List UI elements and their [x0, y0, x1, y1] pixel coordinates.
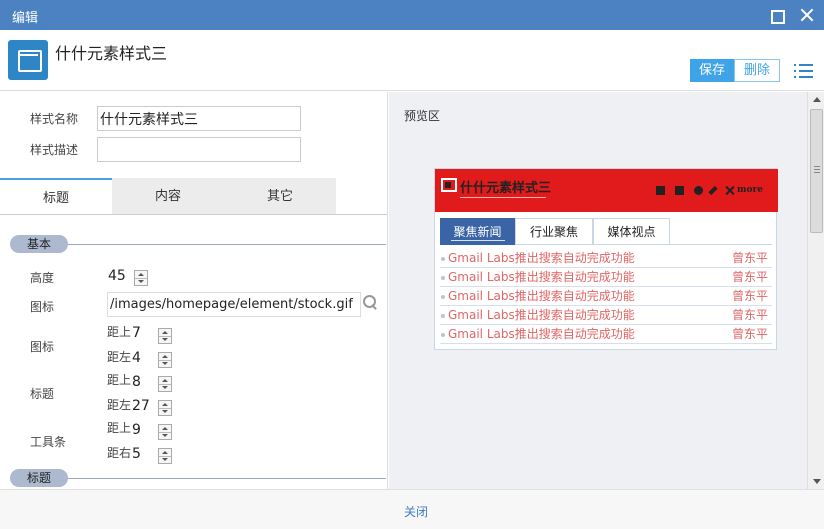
settings-tabs: 标题 内容 其它	[0, 178, 387, 215]
news-author: 曾东平	[731, 308, 768, 322]
preview-scrollbar[interactable]	[807, 92, 824, 489]
news-row[interactable]: Gmail Labs推出搜索自动完成功能 曾东平	[440, 249, 772, 268]
news-row[interactable]: Gmail Labs推出搜索自动完成功能 曾东平	[440, 287, 772, 306]
lock-icon[interactable]	[656, 186, 665, 195]
stock-icon	[441, 178, 457, 192]
title-left-label: 距左	[107, 398, 132, 412]
toolbar-right-value[interactable]: 5	[131, 444, 157, 464]
news-title[interactable]: Gmail Labs推出搜索自动完成功能	[448, 268, 635, 287]
close-widget-icon[interactable]	[725, 185, 735, 196]
title-position-label: 标题	[30, 387, 55, 401]
icon-path-input[interactable]	[107, 292, 361, 317]
news-author: 曾东平	[731, 270, 768, 284]
section-basic-badge: 基本	[10, 235, 68, 253]
style-name-label: 样式名称	[30, 112, 79, 126]
save-button[interactable]: 保存	[690, 59, 734, 82]
window-app-icon	[8, 40, 48, 80]
wrench-icon[interactable]	[708, 185, 718, 196]
bullet-icon	[441, 333, 445, 337]
news-row[interactable]: Gmail Labs推出搜索自动完成功能 曾东平	[440, 325, 772, 344]
style-desc-input[interactable]	[97, 137, 301, 162]
news-row[interactable]: Gmail Labs推出搜索自动完成功能 曾东平	[440, 306, 772, 325]
news-author: 曾东平	[731, 251, 768, 265]
window-title: 编辑	[12, 11, 39, 26]
widget-header: 什什元素样式三 more	[435, 169, 778, 212]
page-title: 什什元素样式三	[55, 44, 168, 63]
icon-top-value[interactable]: 7	[131, 323, 157, 343]
scroll-down-icon[interactable]	[813, 479, 821, 484]
bullet-icon	[441, 257, 445, 261]
tab-other[interactable]: 其它	[224, 178, 336, 214]
icon-position-label: 图标	[30, 340, 55, 354]
height-label: 高度	[30, 271, 55, 285]
icon-top-stepper[interactable]	[158, 328, 172, 344]
news-title[interactable]: Gmail Labs推出搜索自动完成功能	[448, 287, 635, 306]
section-divider	[68, 244, 386, 245]
news-row[interactable]: Gmail Labs推出搜索自动完成功能 曾东平	[440, 268, 772, 287]
icon-left-value[interactable]: 4	[131, 348, 157, 368]
search-icon[interactable]	[362, 294, 378, 310]
widget-title: 什什元素样式三	[460, 181, 552, 196]
close-icon[interactable]	[798, 6, 816, 24]
widget-title-underline	[460, 197, 546, 198]
window-titlebar: 编辑	[0, 0, 824, 30]
style-name-input[interactable]	[97, 106, 301, 131]
news-title[interactable]: Gmail Labs推出搜索自动完成功能	[448, 249, 635, 268]
icon-path-label: 图标	[30, 300, 55, 314]
title-left-value[interactable]: 27	[131, 396, 157, 416]
icon-top-label: 距上	[107, 325, 132, 339]
list-menu-icon[interactable]	[794, 63, 814, 79]
news-author: 曾东平	[731, 289, 768, 303]
tab-title[interactable]: 标题	[0, 178, 112, 214]
title-top-stepper[interactable]	[158, 376, 172, 392]
widget-tabs: 聚焦新闻 行业聚焦 媒体视点	[440, 218, 772, 245]
header: 什什元素样式三 保存 删除	[0, 30, 824, 91]
toolbar-position-label: 工具条	[30, 435, 67, 449]
scroll-up-icon[interactable]	[813, 97, 821, 102]
style-desc-label: 样式描述	[30, 143, 79, 157]
style-form-panel: 样式名称 样式描述 标题 内容 其它 基本 高度 45 图标 图标 距上 7 距…	[0, 92, 388, 489]
height-value[interactable]: 45	[107, 266, 133, 286]
toolbar-top-stepper[interactable]	[158, 424, 172, 440]
preview-widget: 什什元素样式三 more 聚焦新闻 行业聚焦 媒体视点 Gmail Labs推出…	[434, 168, 778, 350]
news-title[interactable]: Gmail Labs推出搜索自动完成功能	[448, 325, 635, 344]
delete-button[interactable]: 删除	[734, 59, 780, 82]
height-stepper[interactable]	[134, 270, 148, 286]
refresh-icon[interactable]	[694, 186, 703, 195]
title-top-label: 距上	[107, 373, 132, 387]
bullet-icon	[441, 276, 445, 280]
scroll-thumb[interactable]	[810, 109, 823, 233]
title-top-value[interactable]: 8	[131, 372, 157, 392]
toolbar-top-value[interactable]: 9	[131, 420, 157, 440]
bullet-icon	[441, 314, 445, 318]
toolbar-right-stepper[interactable]	[158, 448, 172, 464]
section-divider	[68, 478, 386, 479]
icon-left-stepper[interactable]	[158, 352, 172, 368]
widget-tab-industry[interactable]: 行业聚焦	[515, 218, 593, 245]
more-link[interactable]: more	[737, 185, 763, 195]
title-left-stepper[interactable]	[158, 400, 172, 416]
maximize-icon[interactable]	[768, 6, 786, 24]
preview-label: 预览区	[404, 109, 441, 123]
toolbar-right-label: 距右	[107, 446, 132, 460]
widget-tab-media[interactable]: 媒体视点	[593, 218, 670, 245]
icon-left-label: 距左	[107, 350, 132, 364]
toolbar-top-label: 距上	[107, 421, 132, 435]
bullet-icon	[441, 295, 445, 299]
news-author: 曾东平	[731, 327, 768, 341]
unlock-icon[interactable]	[675, 186, 684, 195]
section-title-badge: 标题	[10, 469, 68, 487]
dialog-footer: 关闭	[0, 489, 824, 529]
news-title[interactable]: Gmail Labs推出搜索自动完成功能	[448, 306, 635, 325]
widget-tab-focus-news[interactable]: 聚焦新闻	[440, 218, 515, 245]
tab-content[interactable]: 内容	[112, 178, 224, 214]
close-button[interactable]: 关闭	[404, 503, 428, 520]
